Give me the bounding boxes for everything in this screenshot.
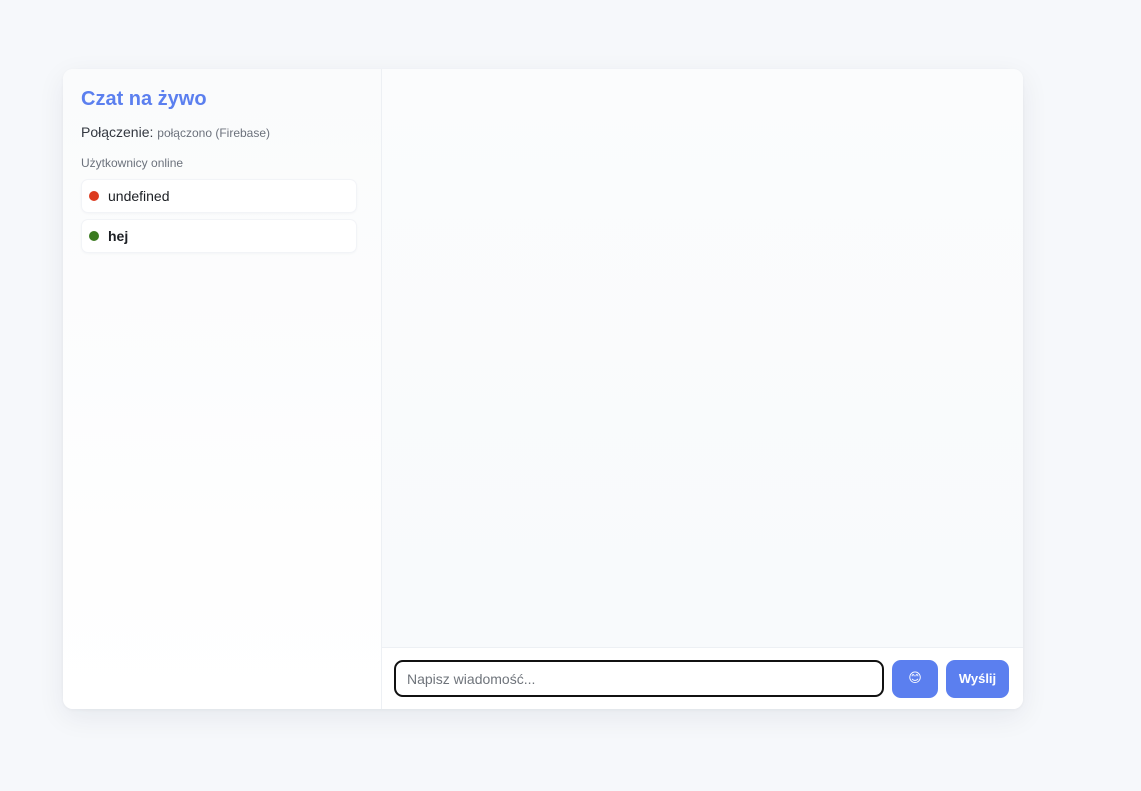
app-title: Czat na żywo [81, 88, 207, 110]
sidebar: Czat na żywo Połączenie: połączono (Fire… [63, 69, 382, 709]
message-composer: 😊 Wyślij [382, 647, 1023, 709]
online-users-list: undefined hej [81, 179, 357, 253]
status-dot-icon [89, 191, 99, 201]
user-name: hej [108, 228, 129, 244]
online-users-heading: Użytkownicy online [81, 156, 184, 170]
user-item[interactable]: undefined [81, 179, 357, 213]
message-list[interactable] [382, 69, 1023, 647]
send-button[interactable]: Wyślij [946, 659, 1009, 698]
message-input[interactable] [394, 660, 884, 697]
smiley-icon: 😊 [908, 671, 922, 686]
user-name: undefined [108, 188, 170, 204]
connection-label: Połączenie: [81, 124, 154, 140]
connection-info: Połączenie: połączono (Firebase) [81, 123, 357, 142]
emoji-button[interactable]: 😊 [892, 659, 938, 698]
connection-status: połączono (Firebase) [157, 126, 271, 140]
user-item[interactable]: hej [81, 219, 357, 253]
chat-main: 😊 Wyślij [382, 69, 1023, 709]
status-dot-icon [89, 231, 99, 241]
chat-app-window: Czat na żywo Połączenie: połączono (Fire… [63, 69, 1023, 709]
